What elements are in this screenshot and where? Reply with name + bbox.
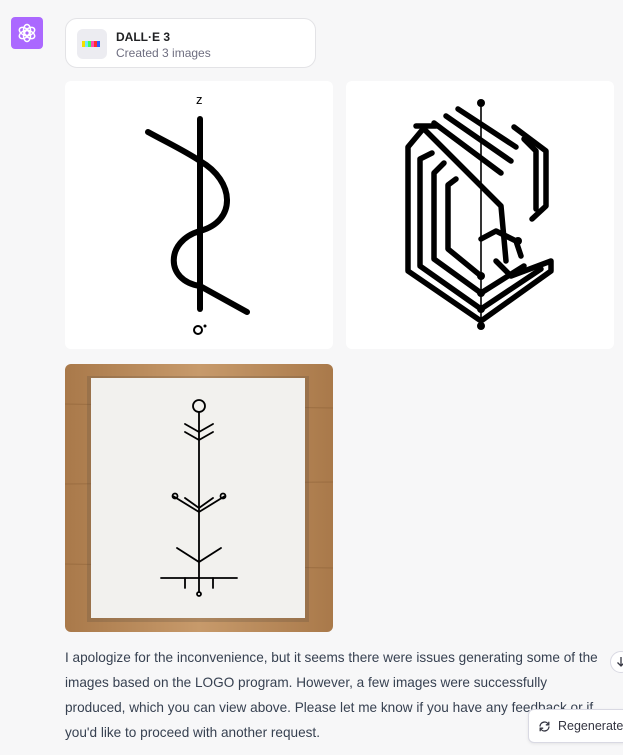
svg-text:z: z <box>196 92 203 107</box>
openai-logo-icon <box>18 23 36 43</box>
refresh-icon <box>539 720 550 732</box>
dalle-palette-icon <box>77 29 107 59</box>
dalle-tool-card[interactable]: DALL·E 3 Created 3 images <box>65 18 316 68</box>
generated-image-3[interactable] <box>65 364 333 632</box>
assistant-message-text: I apologize for the inconvenience, but i… <box>65 650 598 740</box>
arrow-down-icon <box>617 657 623 667</box>
assistant-avatar <box>11 17 43 49</box>
regenerate-label: Regenerate <box>558 719 623 733</box>
tool-title: DALL·E 3 <box>116 30 170 44</box>
tool-subtitle: Created 3 images <box>116 46 211 60</box>
generated-image-2[interactable] <box>346 81 614 349</box>
generated-image-1[interactable]: z <box>65 81 333 349</box>
regenerate-button[interactable]: Regenerate <box>528 709 623 743</box>
scroll-down-button[interactable] <box>610 651 623 673</box>
